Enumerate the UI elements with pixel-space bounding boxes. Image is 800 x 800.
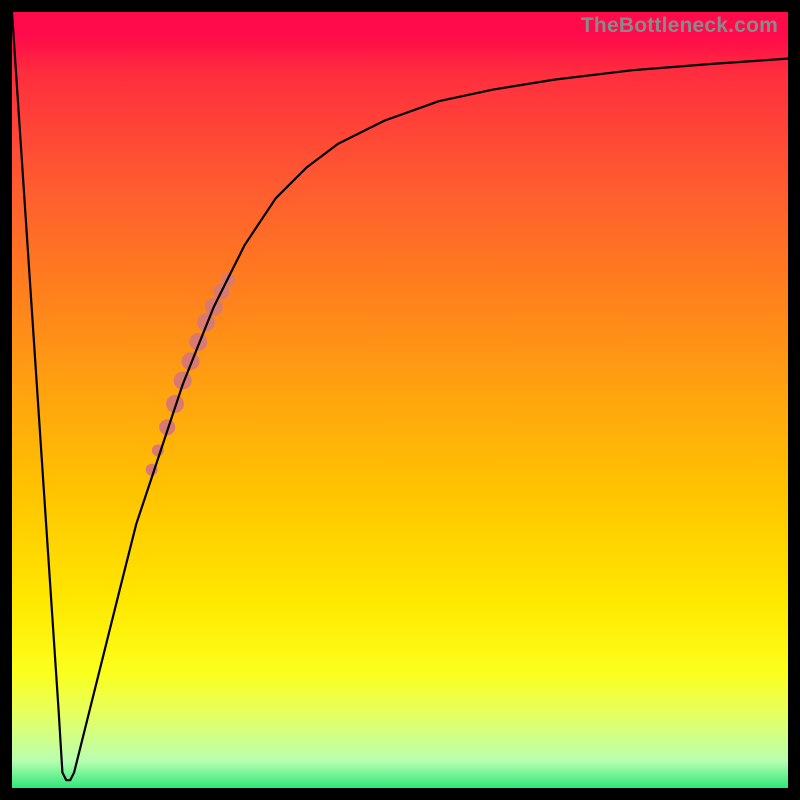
chart-frame: TheBottleneck.com bbox=[0, 0, 800, 800]
plot-area: TheBottleneck.com bbox=[12, 12, 788, 788]
chart-svg bbox=[12, 12, 788, 788]
bottleneck-curve bbox=[12, 12, 788, 780]
scatter-group bbox=[146, 273, 235, 476]
